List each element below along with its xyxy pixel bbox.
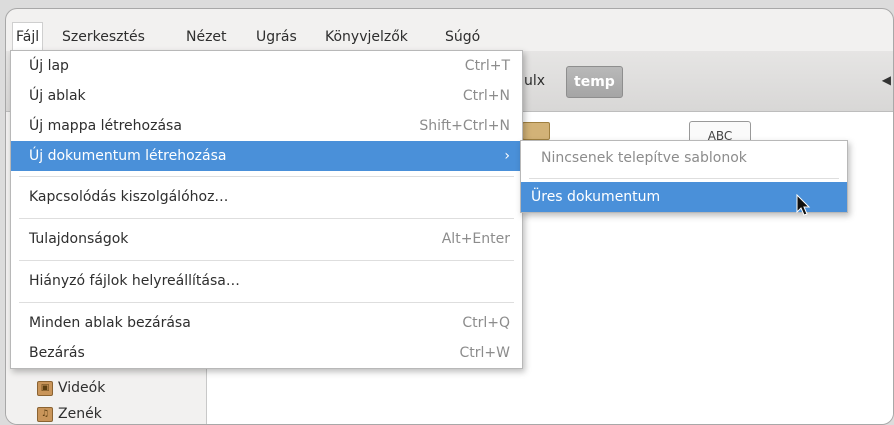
menu-item-label: Bezárás <box>29 345 85 361</box>
menu-item-close[interactable]: Bezárás Ctrl+W <box>11 338 522 368</box>
sidebar-item-videos[interactable]: ▣ Videók <box>37 377 105 399</box>
menu-item-shortcut: Ctrl+N <box>462 88 510 104</box>
music-folder-icon: ♫ <box>37 406 53 422</box>
menu-item-shortcut: Ctrl+W <box>459 345 510 361</box>
menu-edit[interactable]: Szerkesztés <box>59 23 148 51</box>
menu-item-label: Nincsenek telepítve sablonok <box>541 150 747 166</box>
menu-item-shortcut: Shift+Ctrl+N <box>419 118 510 134</box>
menu-bookmarks[interactable]: Könyvjelzők <box>322 23 411 51</box>
sidebar-item-label: Videók <box>58 380 106 396</box>
menu-item-new-document[interactable]: Új dokumentum létrehozása › <box>11 141 522 171</box>
mouse-pointer-icon <box>796 194 811 216</box>
menu-item-properties[interactable]: Tulajdonságok Alt+Enter <box>11 224 522 254</box>
menu-item-label: Új ablak <box>29 88 86 104</box>
menu-item-shortcut: Alt+Enter <box>441 231 510 247</box>
submenu-arrow-icon: › <box>504 148 510 164</box>
sidebar-item-music[interactable]: ♫ Zenék <box>37 403 102 424</box>
menu-separator <box>529 178 839 179</box>
toolbar-left-arrow-icon[interactable]: ◀ <box>882 73 891 87</box>
menu-separator <box>19 302 514 303</box>
folder-icon[interactable] <box>522 122 550 140</box>
menu-item-restore-missing[interactable]: Hiányzó fájlok helyreállítása… <box>11 266 522 296</box>
menu-item-shortcut: Ctrl+Q <box>462 315 510 331</box>
menu-separator <box>19 218 514 219</box>
menu-separator <box>19 176 514 177</box>
menu-item-new-tab[interactable]: Új lap Ctrl+T <box>11 51 522 81</box>
menu-help[interactable]: Súgó <box>442 23 483 51</box>
menu-item-new-window[interactable]: Új ablak Ctrl+N <box>11 81 522 111</box>
menu-item-label: Kapcsolódás kiszolgálóhoz… <box>29 189 229 205</box>
menu-separator <box>19 260 514 261</box>
path-crumb-partial[interactable]: ulx <box>524 66 545 96</box>
menu-item-label: Tulajdonságok <box>29 231 129 247</box>
menu-view[interactable]: Nézet <box>183 23 230 51</box>
menu-item-new-folder[interactable]: Új mappa létrehozása Shift+Ctrl+N <box>11 111 522 141</box>
menu-item-label: Új mappa létrehozása <box>29 118 182 134</box>
video-folder-icon: ▣ <box>37 380 53 396</box>
menu-go[interactable]: Ugrás <box>253 23 300 51</box>
menubar: Fájl Szerkesztés Nézet Ugrás Könyvjelzők… <box>6 22 893 52</box>
menu-item-connect-server[interactable]: Kapcsolódás kiszolgálóhoz… <box>11 182 522 212</box>
file-menu: Új lap Ctrl+T Új ablak Ctrl+N Új mappa l… <box>10 50 523 369</box>
menu-item-shortcut: Ctrl+T <box>464 58 510 74</box>
path-crumb-temp[interactable]: temp <box>566 66 623 98</box>
menu-item-label: Hiányzó fájlok helyreállítása… <box>29 273 240 289</box>
menu-item-label: Új lap <box>29 58 69 74</box>
menu-item-label: Új dokumentum létrehozása <box>29 148 227 164</box>
sidebar-item-label: Zenék <box>58 406 102 422</box>
menu-file[interactable]: Fájl <box>12 22 44 52</box>
menu-item-close-all[interactable]: Minden ablak bezárása Ctrl+Q <box>11 308 522 338</box>
submenu-item-no-templates: Nincsenek telepítve sablonok <box>521 143 847 173</box>
menu-item-label: Üres dokumentum <box>531 189 661 205</box>
menu-item-label: Minden ablak bezárása <box>29 315 191 331</box>
